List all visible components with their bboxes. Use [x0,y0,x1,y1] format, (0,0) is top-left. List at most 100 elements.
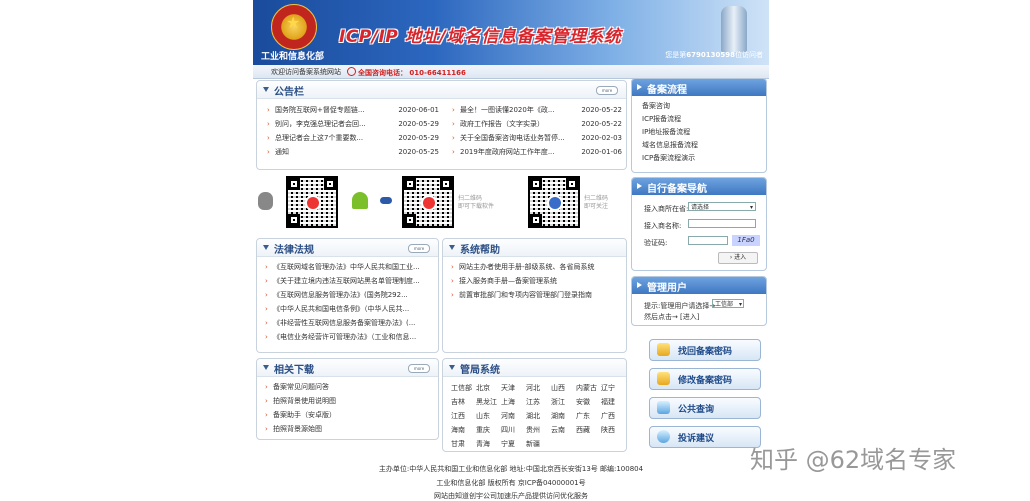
list-item[interactable]: › 拍照背景源始图 [265,422,435,436]
list-item[interactable]: › 《中华人民共和国电信条例》（中华人民共... [265,302,435,316]
province-link[interactable]: 上海 [501,397,515,407]
notice-title: 公告栏 [274,87,304,98]
hand-icon [657,372,670,385]
province-link[interactable]: 贵州 [526,425,540,435]
flow-item[interactable]: IP地址报备流程 [642,126,766,139]
list-item[interactable]: › 政府工作报告（文字实录） 2020-05-22 [452,117,622,131]
list-item[interactable]: › 备案助手（安卓版） [265,408,435,422]
province-link[interactable]: 青海 [476,439,490,449]
complaint-button[interactable]: 投诉建议 [649,426,761,448]
province-link[interactable]: 山西 [551,383,565,393]
province-link[interactable]: 重庆 [476,425,490,435]
hotline: 全国咨询电话： 010-66411166 [347,67,466,78]
qr-caption-follow: 扫二维码 即可关注 [584,195,609,210]
ministry-name: 工业和信息化部 [261,52,325,62]
list-item[interactable]: › 备案常见问题问答 [265,380,435,394]
search-icon [657,401,670,414]
province-link[interactable]: 河北 [526,383,540,393]
province-link[interactable]: 北京 [476,383,490,393]
province-link[interactable]: 广东 [576,411,590,421]
province-link[interactable]: 四川 [501,425,515,435]
chevron-down-icon: ▾ [738,301,742,308]
province-link[interactable]: 工信部 [451,383,472,393]
notice-list-right: › 最全！一图读懂2020年《政... 2020-05-22 › 政府工作报告（文字实… [452,103,622,159]
admin-then: 然后点击→ [644,313,678,321]
nav-panel: 自行备案导航 接入商所在省: 请选择 ▾ 接入商名称: 验证码: 1Fa0 › 进… [631,177,767,271]
admin-title: 管理用户 [647,283,687,294]
list-item[interactable]: › 《互联网域名管理办法》中华人民共和国工业... [265,260,435,274]
hand-icon [657,343,670,356]
law-title: 法律法规 [274,245,314,256]
province-link[interactable]: 宁夏 [501,439,515,449]
flow-item[interactable]: 备案咨询 [642,100,766,113]
list-item[interactable]: › 总理记者会上这7个重要数... 2020-05-29 [267,131,439,145]
list-item[interactable]: › 国务院互联网+督促专题链... 2020-06-01 [267,103,439,117]
province-link[interactable]: 江苏 [526,397,540,407]
list-item[interactable]: › 2019年度政府网站工作年度... 2020-01-06 [452,145,622,159]
android-icon[interactable] [352,192,368,209]
province-link[interactable]: 天津 [501,383,515,393]
huabiao-column-icon [721,6,747,52]
province-link[interactable]: 浙江 [551,397,565,407]
province-link[interactable]: 吉林 [451,397,465,407]
province-link[interactable]: 广西 [601,411,615,421]
apple-icon[interactable] [258,192,273,210]
footer-line-2: 工业和信息化部 版权所有 京ICP备04000001号 [436,479,586,487]
change-password-button[interactable]: 修改备案密码 [649,368,761,390]
flow-item[interactable]: ICP备案流程演示 [642,152,766,165]
province-link[interactable]: 安徽 [576,397,590,407]
public-query-button[interactable]: 公共查询 [649,397,761,419]
notice-more-button[interactable]: more [596,86,618,95]
flow-item[interactable]: 域名信息报备流程 [642,139,766,152]
province-select[interactable]: 请选择 ▾ [688,202,756,211]
admin-hint: 提示:管理用户请选择→ [644,302,716,310]
flow-panel: 备案流程 备案咨询 ICP报备流程 IP地址报备流程 域名信息报备流程 ICP备… [631,78,767,173]
isp-label: 接入商名称: [644,222,682,230]
list-item[interactable]: › 通知 2020-05-25 [267,145,439,159]
admin-enter-link[interactable]: [进入] [680,312,699,322]
province-link[interactable]: 湖南 [551,411,565,421]
list-item[interactable]: › 最全！一图读懂2020年《政... 2020-05-22 [452,103,622,117]
province-link[interactable]: 内蒙古 [576,383,597,393]
province-link[interactable]: 山东 [476,411,490,421]
province-link[interactable]: 黑龙江 [476,397,497,407]
province-link[interactable]: 新疆 [526,439,540,449]
dept-select[interactable]: 工信部 ▾ [712,299,744,308]
nav-enter-button[interactable]: › 进入 [718,252,758,264]
captcha-image[interactable]: 1Fa0 [732,235,760,246]
province-link[interactable]: 海南 [451,425,465,435]
province-link[interactable]: 辽宁 [601,383,615,393]
list-item[interactable]: › 关于全国备案咨询电话业务暂停... 2020-02-03 [452,131,622,145]
list-item[interactable]: › 拍照背景使用说明图 [265,394,435,408]
flow-item[interactable]: ICP报备流程 [642,113,766,126]
download-cloud-icon[interactable] [380,197,392,204]
list-item[interactable]: › 前置审批部门和专项内容管理部门登录指南 [451,288,623,302]
welcome-bar: 欢迎访问备案系统网站 全国咨询电话： 010-66411166 [253,65,769,79]
province-link[interactable]: 河南 [501,411,515,421]
list-item[interactable]: › 网站主办者使用手册-部级系统、各省局系统 [451,260,623,274]
list-item[interactable]: › 《非经营性互联网信息服务备案管理办法》(... [265,316,435,330]
list-item[interactable]: › 接入服务商手册—备案管理系统 [451,274,623,288]
list-item[interactable]: › 《互联网信息服务管理办法》(国务院292... [265,288,435,302]
page: ★ 工业和信息化部 ICP/IP 地址/域名信息备案管理系统 您是第679013… [253,0,769,500]
province-link[interactable]: 甘肃 [451,439,465,449]
province-link[interactable]: 陕西 [601,425,615,435]
province-link[interactable]: 湖北 [526,411,540,421]
list-item[interactable]: › 别问，李克强总理记者会回... 2020-05-29 [267,117,439,131]
province-link[interactable]: 江西 [451,411,465,421]
qr-code-ios [286,176,338,228]
isp-input[interactable] [688,219,756,228]
recover-password-button[interactable]: 找回备案密码 [649,339,761,361]
visitor-counter: 您是第6790130598位访问者 [665,51,763,59]
footer-line-1: 主办单位:中华人民共和国工业和信息化部 地址:中国北京西长安街13号 邮编:10… [378,465,644,473]
list-item[interactable]: › 《电信业务经营许可管理办法》（工业和信息... [265,330,435,344]
download-more-button[interactable]: more [408,364,430,373]
province-link[interactable]: 福建 [601,397,615,407]
law-more-button[interactable]: more [408,244,430,253]
download-title: 相关下载 [274,365,314,376]
list-item[interactable]: › 《关于建立境内违法互联网站黑名单管理制度... [265,274,435,288]
qr-code-android [402,176,454,228]
province-link[interactable]: 西藏 [576,425,590,435]
province-link[interactable]: 云南 [551,425,565,435]
captcha-input[interactable] [688,236,728,245]
